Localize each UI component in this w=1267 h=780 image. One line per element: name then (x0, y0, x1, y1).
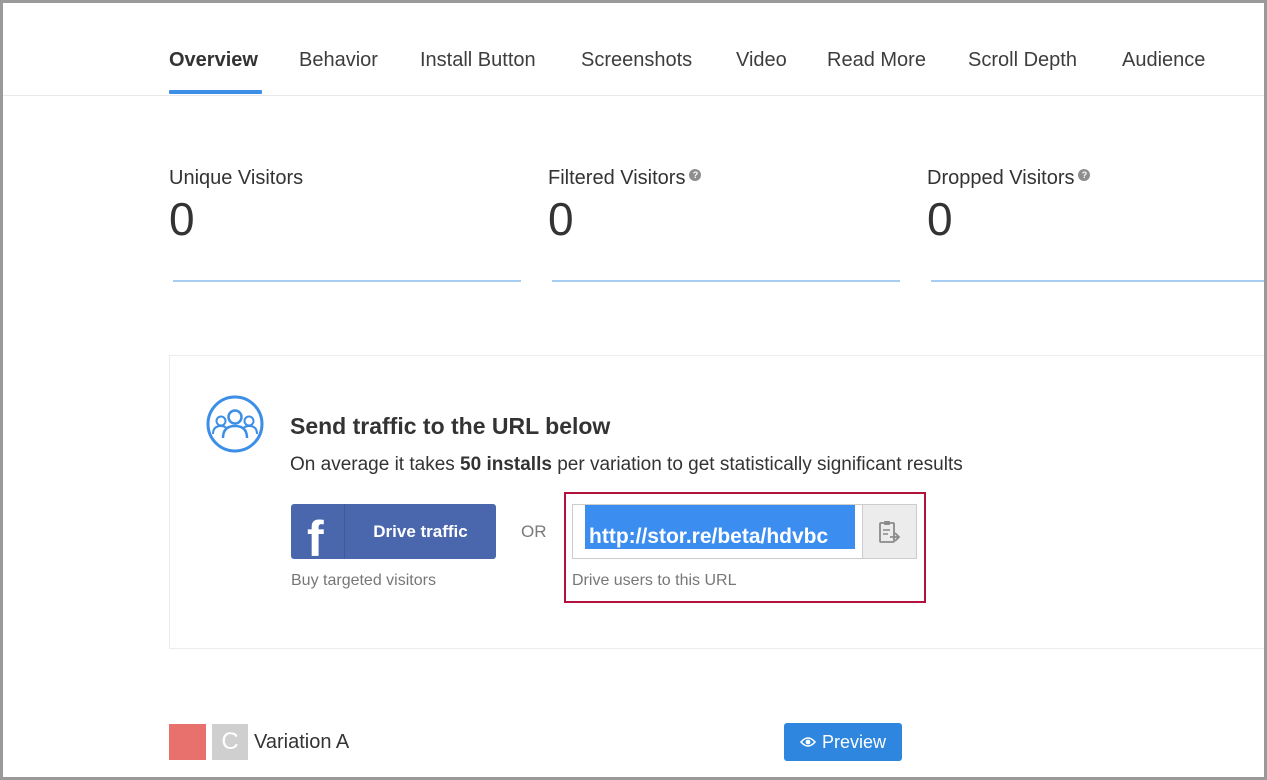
url-caption: Drive users to this URL (572, 572, 737, 589)
tab-overview[interactable]: Overview (169, 49, 258, 72)
stat-label: Unique Visitors (169, 167, 304, 189)
stat-divider (552, 280, 900, 282)
eye-icon (799, 736, 816, 747)
preview-button[interactable]: Preview (784, 723, 902, 761)
active-tab-indicator (169, 90, 262, 94)
clipboard-copy-icon (879, 521, 901, 543)
tab-audience[interactable]: Audience (1122, 49, 1205, 72)
tab-bar: Overview Behavior Install Button Screens… (3, 3, 1264, 96)
stat-value: 0 (169, 193, 195, 245)
tab-behavior[interactable]: Behavior (299, 49, 378, 72)
stat-filtered-visitors: Filtered Visitors? 0 (548, 167, 702, 245)
tab-read-more[interactable]: Read More (827, 49, 926, 72)
copy-url-button[interactable] (863, 504, 917, 559)
stat-unique-visitors: Unique Visitors 0 (169, 167, 303, 242)
drive-traffic-label: Drive traffic (373, 522, 468, 541)
stat-value: 0 (927, 193, 953, 245)
tab-install-button[interactable]: Install Button (420, 49, 536, 72)
question-circle-icon[interactable]: ? (689, 169, 702, 181)
variation-letter-badge: C (212, 724, 248, 760)
url-value: http://stor.re/beta/hdvbc (589, 525, 829, 548)
traffic-subtitle: On average it takes 50 installs per vari… (290, 454, 963, 475)
traffic-title: Send traffic to the URL below (290, 413, 611, 439)
stat-value: 0 (548, 193, 574, 245)
tab-scroll-depth[interactable]: Scroll Depth (968, 49, 1077, 72)
tab-video[interactable]: Video (736, 49, 787, 72)
url-field[interactable]: http://stor.re/beta/hdvbc (572, 504, 863, 559)
variation-color-swatch (169, 724, 206, 760)
stat-label: Filtered Visitors? (548, 167, 702, 190)
drive-traffic-button[interactable]: f Drive traffic (291, 504, 496, 559)
preview-label: Preview (821, 732, 887, 752)
app-frame: Overview Behavior Install Button Screens… (0, 0, 1267, 780)
facebook-icon: f (291, 504, 345, 559)
stat-divider (931, 280, 1264, 282)
or-separator: OR (521, 522, 547, 541)
tab-screenshots[interactable]: Screenshots (581, 49, 692, 72)
question-circle-icon[interactable]: ? (1078, 169, 1091, 181)
variation-name: Variation A (254, 731, 350, 753)
stat-label: Dropped Visitors? (927, 167, 1091, 190)
people-group-icon (206, 395, 264, 453)
stat-dropped-visitors: Dropped Visitors? 0 (927, 167, 1091, 245)
facebook-caption: Buy targeted visitors (291, 572, 436, 589)
stat-divider (173, 280, 521, 282)
